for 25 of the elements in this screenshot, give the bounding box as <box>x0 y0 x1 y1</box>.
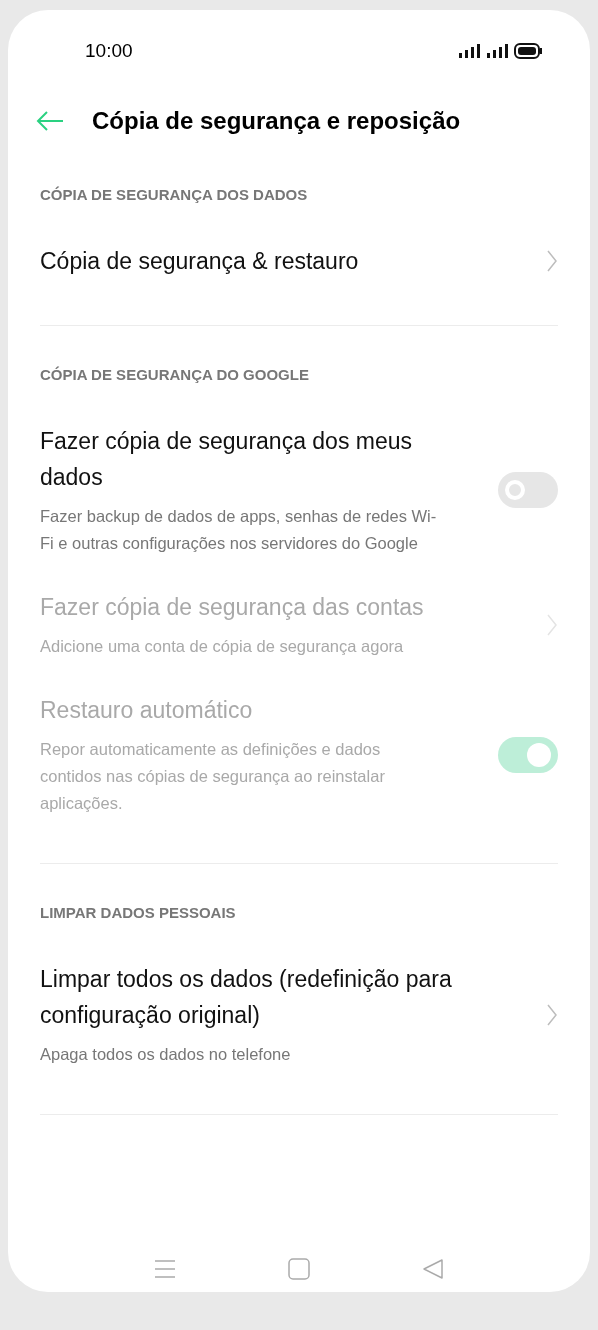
row-description: Adicione uma conta de cópia de segurança agora <box>40 636 405 657</box>
menu-icon[interactable] <box>154 1259 176 1279</box>
section-heading: CÓPIA DE SEGURANÇA DO GOOGLE <box>40 366 309 383</box>
row-title[interactable]: Limpar todos os dados (redefinição para configuração original) <box>40 961 522 1033</box>
back-icon[interactable] <box>422 1258 444 1280</box>
row-title: Fazer cópia de segurança das contas <box>40 593 425 622</box>
row-title[interactable]: Cópia de segurança & restauro <box>40 243 522 279</box>
row-description: Fazer backup de dados de apps, senhas de redes Wi-Fi e outras configurações nos servidores do Google <box>40 506 438 554</box>
signal-icon <box>486 44 508 58</box>
status-time: 10:00 <box>85 38 133 63</box>
chevron-icon <box>546 1002 558 1027</box>
chevron-icon <box>546 249 558 273</box>
home-icon[interactable] <box>288 1258 310 1280</box>
row-title[interactable]: Fazer cópia de segurança dos meus dados <box>40 423 474 495</box>
section-heading: CÓPIA DE SEGURANÇA DOS DADOS <box>40 186 308 203</box>
row-title: Restauro automático <box>40 696 254 725</box>
row-description: Repor automaticamente as definições e dados contidos nas cópias de segurança ao reinstalar aplicações. <box>40 739 386 814</box>
row-description: Apaga todos os dados no telefone <box>40 1044 292 1065</box>
toggle-switch[interactable] <box>498 472 558 508</box>
back-arrow-icon[interactable] <box>36 111 64 131</box>
section-heading: LIMPAR DADOS PESSOAIS <box>40 904 236 921</box>
page-title: Cópia de segurança e reposição <box>92 106 461 136</box>
chevron-icon <box>546 612 558 637</box>
signal-icon <box>458 44 480 58</box>
battery-icon <box>514 43 542 59</box>
